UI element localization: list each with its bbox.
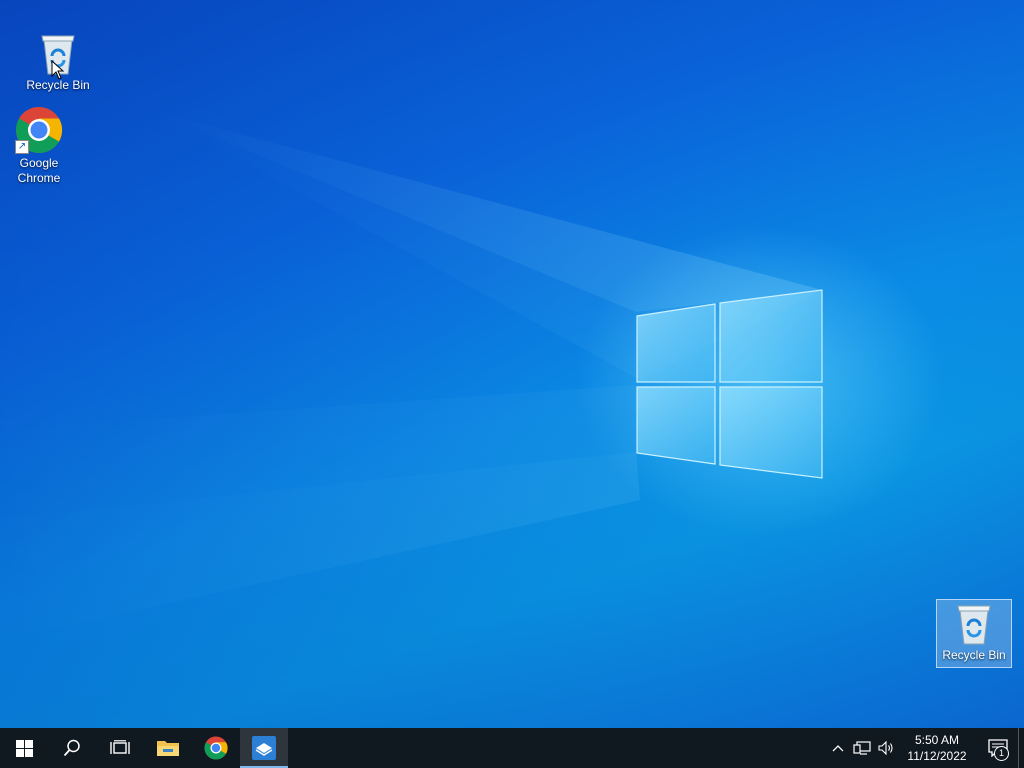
clock-date: 11/12/2022 bbox=[907, 749, 967, 763]
recycle-bin-icon bbox=[41, 35, 75, 75]
chrome-icon bbox=[204, 736, 228, 760]
clock[interactable]: 5:50 AM 11/12/2022 bbox=[902, 732, 972, 764]
windows-wallpaper-graphic bbox=[0, 110, 823, 640]
taskbar-file-explorer[interactable] bbox=[144, 728, 192, 768]
chevron-up-icon bbox=[832, 745, 844, 752]
taskbar-chrome[interactable] bbox=[192, 728, 240, 768]
windows-logo-graphic bbox=[636, 289, 823, 479]
start-button[interactable] bbox=[0, 728, 48, 768]
task-view-icon bbox=[110, 740, 130, 754]
recycle-bin-icon bbox=[957, 605, 991, 645]
show-hidden-icons-button[interactable] bbox=[826, 728, 850, 768]
app-icon bbox=[252, 736, 276, 760]
desktop-icon-recycle-bin[interactable]: Recycle Bin bbox=[20, 30, 96, 93]
system-tray: 5:50 AM 11/12/2022 1 bbox=[826, 728, 1024, 768]
notification-count-badge: 1 bbox=[994, 746, 1009, 761]
desktop-icon-label: Recycle Bin bbox=[942, 648, 1006, 662]
shortcut-arrow-icon: ↗ bbox=[15, 140, 29, 154]
taskbar: 5:50 AM 11/12/2022 1 bbox=[0, 728, 1024, 768]
desktop-icon-google-chrome[interactable]: ↗ Google Chrome bbox=[1, 104, 77, 186]
volume-icon bbox=[878, 741, 893, 755]
windows-start-icon bbox=[15, 739, 33, 757]
volume-button[interactable] bbox=[874, 728, 898, 768]
task-view-button[interactable] bbox=[96, 728, 144, 768]
search-icon bbox=[63, 739, 80, 757]
file-explorer-icon bbox=[157, 741, 179, 756]
show-desktop-button[interactable] bbox=[1018, 728, 1024, 768]
network-icon bbox=[853, 741, 871, 755]
network-button[interactable] bbox=[850, 728, 874, 768]
desktop-icon-label: Google Chrome bbox=[17, 156, 61, 185]
clock-time: 5:50 AM bbox=[914, 733, 960, 747]
taskbar-active-app[interactable] bbox=[240, 728, 288, 768]
desktop-wallpaper[interactable]: Recycle Bin ↗ Google Chrome Recycle Bin bbox=[0, 0, 1024, 728]
desktop-icon-label: Recycle Bin bbox=[26, 78, 90, 92]
action-center-button[interactable]: 1 bbox=[978, 728, 1018, 768]
desktop-icon-recycle-bin-selected[interactable]: Recycle Bin bbox=[936, 599, 1012, 668]
search-button[interactable] bbox=[48, 728, 96, 768]
